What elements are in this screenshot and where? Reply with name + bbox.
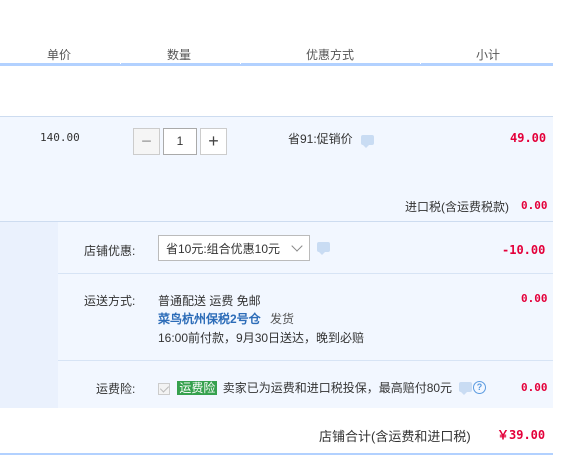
table-header: 单价 数量 优惠方式 小计 (0, 38, 553, 66)
header-quantity: 数量 (167, 48, 192, 62)
quantity-input[interactable]: 1 (163, 127, 197, 155)
insurance-checkbox[interactable] (158, 382, 170, 395)
warehouse-name[interactable]: 菜鸟杭州保税2号仓 (158, 312, 261, 326)
ship-word: 发货 (270, 312, 295, 326)
shop-total-value: ￥39.00 (497, 428, 546, 442)
chat-icon[interactable] (459, 382, 472, 395)
insurance-text: 卖家已为运费和进口税投保，最高赔付80元 (222, 381, 453, 395)
quantity-stepper: − 1 + (133, 127, 227, 155)
warehouse-line: 菜鸟杭州保税2号仓 发货 (158, 310, 294, 327)
shop-discount-select[interactable]: 省10元:组合优惠10元 (158, 235, 310, 261)
header-divider (420, 60, 421, 64)
import-tax-label: 进口税(含运费税款) (405, 200, 509, 214)
insurance-label: 运费险: (96, 382, 136, 396)
shipping-method: 普通配送 运费 免邮 (158, 294, 261, 308)
divider (58, 273, 553, 274)
decrease-quantity-button[interactable]: − (133, 127, 160, 155)
shop-discount-selected: 省10元:组合优惠10元 (166, 241, 281, 256)
item-discount-text: 省91:促销价 (288, 132, 353, 146)
shipping-value: 0.00 (521, 292, 548, 305)
header-subtotal: 小计 (476, 48, 501, 62)
header-unit-price: 单价 (47, 48, 72, 62)
header-divider (240, 60, 241, 64)
header-discount: 优惠方式 (306, 48, 355, 62)
chevron-down-icon (291, 240, 303, 252)
shipping-label: 运送方式: (84, 294, 136, 308)
shop-total-label: 店铺合计(含运费和进口税) (319, 429, 471, 444)
import-tax-value: 0.00 (521, 199, 548, 212)
insurance-row: 运费险 卖家已为运费和进口税投保，最高赔付80元 (158, 379, 452, 396)
item-discount: 省91:促销价 (288, 130, 375, 148)
header-divider (120, 60, 121, 64)
insurance-tag: 运费险 (177, 381, 218, 395)
bottom-border (0, 453, 553, 455)
delivery-note: 16:00前付款，9月30日送达，晚到必赔 (158, 331, 365, 345)
item-unit-price: 140.00 (40, 131, 80, 144)
chat-icon[interactable] (361, 134, 375, 148)
shop-discount-value: -10.00 (502, 243, 546, 257)
divider (58, 360, 553, 361)
item-subtotal: 49.00 (510, 131, 547, 145)
increase-quantity-button[interactable]: + (200, 127, 227, 155)
chat-icon[interactable] (317, 242, 330, 255)
help-icon[interactable]: ? (473, 381, 486, 394)
shop-discount-label: 店铺优惠: (84, 244, 136, 258)
insurance-value: 0.00 (521, 381, 548, 394)
